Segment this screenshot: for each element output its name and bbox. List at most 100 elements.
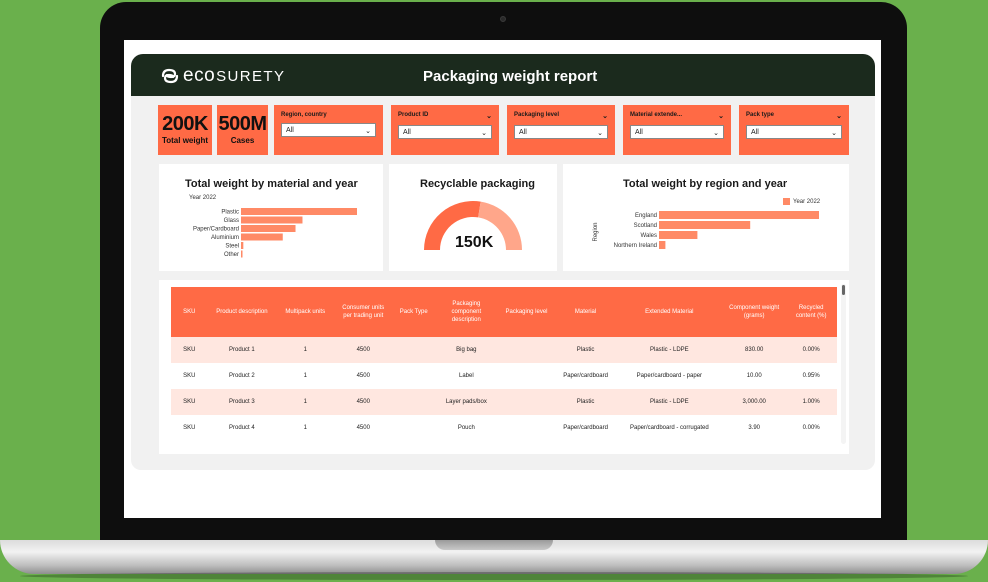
logo-surety-text: SURETY bbox=[216, 67, 286, 85]
product-table: SKU Product description Multipack units Con… bbox=[171, 287, 837, 441]
column-header[interactable]: Packaging component description bbox=[435, 287, 498, 337]
table-cell: 4500 bbox=[356, 425, 370, 431]
table-cell: 4500 bbox=[334, 389, 393, 415]
table-row[interactable]: SKU Product 3 1 4500 Layer pads/box Plastic Pl… bbox=[171, 389, 837, 415]
select-value: All bbox=[635, 129, 643, 136]
bar-wales bbox=[659, 231, 698, 239]
column-header[interactable]: Recycled content (%) bbox=[785, 287, 837, 337]
kpi-label: Cases bbox=[230, 136, 255, 145]
camera-icon bbox=[500, 16, 506, 22]
bar-glass bbox=[241, 216, 303, 224]
product-table-card: SKU Product description Multipack units Con… bbox=[159, 280, 849, 454]
table-scrollbar[interactable] bbox=[841, 284, 846, 444]
table-cell bbox=[392, 389, 436, 415]
chevron-down-icon: ⌄ bbox=[713, 130, 719, 137]
table-cell: 10.00 bbox=[746, 373, 762, 379]
table-cell: 1 bbox=[276, 389, 335, 415]
table-row[interactable]: SKU Product 2 1 4500 Label Paper/cardboard Pap… bbox=[171, 363, 837, 389]
chevron-down-icon[interactable]: ⌄ bbox=[602, 112, 608, 120]
table-row[interactable]: SKU Product 1 1 4500 Big bag Plastic Plastic -… bbox=[171, 337, 837, 363]
recyclable-gauge bbox=[424, 201, 522, 250]
top-bar: eco SURETY Packaging weight report bbox=[131, 54, 875, 96]
table-cell: Plastic - LDPE bbox=[615, 337, 724, 363]
column-header[interactable]: Multipack units bbox=[276, 287, 335, 337]
table-cell: Product 2 bbox=[229, 373, 255, 379]
recyclable-gauge-card: Recyclable packaging 150K bbox=[389, 164, 557, 271]
bar-steel bbox=[241, 242, 244, 249]
select-value: All bbox=[751, 129, 759, 136]
kpi-cases: 500M Cases bbox=[217, 105, 268, 155]
table-cell: Product 3 bbox=[207, 389, 277, 415]
filter-label-text: Product ID bbox=[398, 112, 429, 118]
filter-label-text: Material extende... bbox=[630, 112, 683, 118]
bar-northern-ireland bbox=[659, 241, 666, 249]
laptop-screen: eco SURETY Packaging weight report 200K … bbox=[124, 40, 881, 518]
pack-type-select[interactable]: All ⌄ bbox=[746, 125, 842, 139]
table-cell: Paper/cardboard bbox=[563, 373, 608, 379]
filter-label: Region, country bbox=[281, 112, 376, 118]
tick-label: Other bbox=[224, 252, 239, 258]
kpi-value: 200K bbox=[162, 113, 208, 135]
table-cell: Plastic bbox=[555, 337, 616, 363]
tick-label: Northern Ireland bbox=[614, 243, 657, 249]
tick-label: Glass bbox=[224, 218, 239, 224]
filter-region-country: Region, country All ⌄ bbox=[274, 105, 383, 155]
table-header-row: SKU Product description Multipack units Con… bbox=[171, 287, 837, 337]
filter-label: Product ID ⌄ bbox=[398, 112, 492, 120]
tick-label: Scotland bbox=[634, 223, 657, 229]
product-id-select[interactable]: All ⌄ bbox=[398, 125, 492, 139]
chevron-down-icon[interactable]: ⌄ bbox=[486, 112, 492, 120]
chevron-down-icon[interactable]: ⌄ bbox=[836, 112, 842, 120]
filter-label: Material extende... ⌄ bbox=[630, 112, 724, 120]
packaging-level-select[interactable]: All ⌄ bbox=[514, 125, 608, 139]
chevron-down-icon: ⌄ bbox=[365, 128, 371, 135]
table-cell: Product 4 bbox=[229, 425, 255, 431]
column-header[interactable]: Product description bbox=[207, 287, 277, 337]
region-select[interactable]: All ⌄ bbox=[281, 123, 376, 137]
table-cell: 830.00 bbox=[723, 337, 786, 363]
column-header[interactable]: Consumer units per trading unit bbox=[334, 287, 393, 337]
table-cell: Paper/cardboard - corrugated bbox=[629, 425, 709, 431]
region-chart-card: Total weight by region and year Year 202… bbox=[563, 164, 849, 271]
bar-other bbox=[241, 250, 243, 258]
table-cell: SKU bbox=[171, 337, 208, 363]
column-header[interactable]: Material bbox=[555, 287, 616, 337]
table-row[interactable]: SKU Product 4 1 4500 Pouch Paper/cardboard Pap… bbox=[171, 415, 837, 441]
filter-packaging-level: Packaging level ⌄ All ⌄ bbox=[507, 105, 615, 155]
table-cell bbox=[392, 415, 435, 441]
table-cell: SKU bbox=[183, 425, 196, 431]
tick-label: Paper/Cardboard bbox=[193, 227, 239, 233]
bar-scotland bbox=[659, 221, 751, 229]
table-cell: 0.00% bbox=[785, 337, 837, 363]
table-cell: 0.00% bbox=[802, 425, 820, 431]
column-header[interactable]: Packaging level bbox=[497, 287, 556, 337]
table-body: SKU Product 1 1 4500 Big bag Plastic Plastic -… bbox=[171, 337, 837, 441]
table-cell: Plastic - LDPE bbox=[615, 389, 724, 415]
material-extended-select[interactable]: All ⌄ bbox=[630, 125, 724, 139]
table-cell bbox=[498, 363, 556, 389]
material-chart-card: Total weight by material and year Year 2… bbox=[159, 164, 383, 271]
table-cell: 0.95% bbox=[802, 373, 820, 379]
scroll-thumb[interactable] bbox=[842, 285, 845, 295]
column-header[interactable]: Pack Type bbox=[392, 287, 436, 337]
table-cell: 4500 bbox=[334, 337, 393, 363]
y-axis-label: Region bbox=[593, 222, 599, 241]
chevron-down-icon: ⌄ bbox=[831, 130, 837, 137]
kpi-total-weight: 200K Total weight bbox=[158, 105, 212, 155]
filter-label: Pack type ⌄ bbox=[746, 112, 842, 120]
column-header[interactable]: Component weight (grams) bbox=[723, 287, 786, 337]
logo-eco-text: eco bbox=[183, 65, 216, 86]
column-header[interactable]: SKU bbox=[171, 287, 208, 337]
table-cell: Plastic bbox=[555, 389, 616, 415]
table-cell: Paper/cardboard - paper bbox=[636, 373, 703, 379]
filter-label: Packaging level ⌄ bbox=[514, 112, 608, 120]
table-cell: 4500 bbox=[356, 373, 370, 379]
table-cell: 3,000.00 bbox=[723, 389, 786, 415]
column-header[interactable]: Extended Material bbox=[615, 287, 724, 337]
filter-label-text: Region, country bbox=[281, 112, 327, 118]
bar-paper-cardboard bbox=[241, 225, 296, 232]
dashboard: eco SURETY Packaging weight report 200K … bbox=[131, 54, 875, 470]
table-cell bbox=[392, 363, 435, 389]
chevron-down-icon[interactable]: ⌄ bbox=[718, 112, 724, 120]
bar-aluminium bbox=[241, 233, 283, 241]
